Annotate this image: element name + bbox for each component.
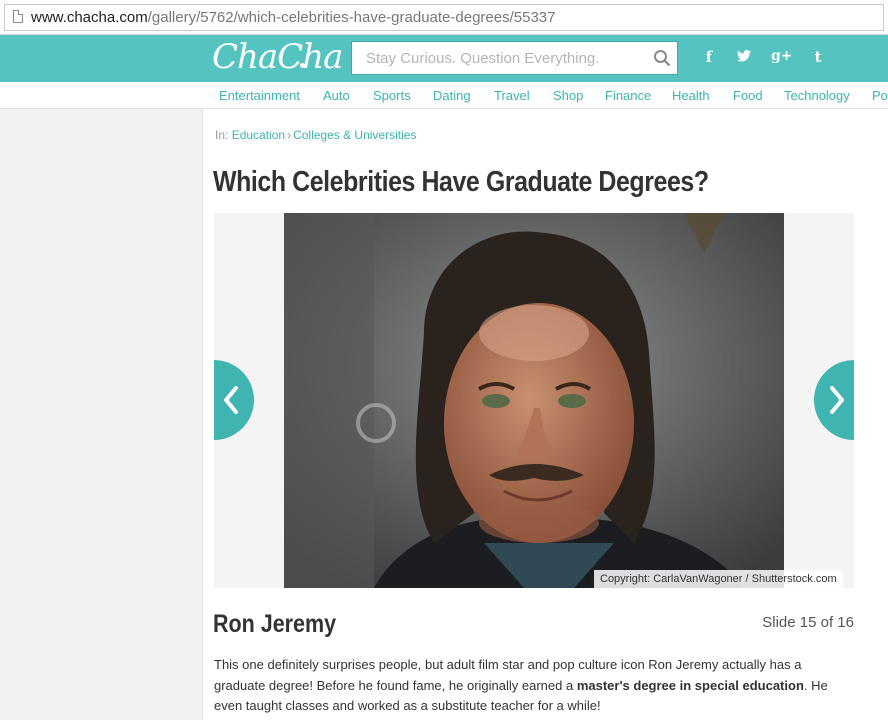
next-slide-button[interactable] bbox=[814, 360, 854, 440]
search-box bbox=[351, 41, 678, 75]
nav-travel[interactable]: Travel bbox=[494, 88, 530, 103]
category-nav: Entertainment Auto Sports Dating Travel … bbox=[0, 82, 888, 109]
url-path: /gallery/5762/which-celebrities-have-gra… bbox=[147, 9, 556, 26]
left-gutter bbox=[0, 109, 203, 720]
slide-counter: Slide 15 of 16 bbox=[762, 614, 854, 631]
nav-technology[interactable]: Technology bbox=[784, 88, 850, 103]
url-domain: www.chacha.com bbox=[31, 9, 148, 26]
page-title: Which Celebrities Have Graduate Degrees? bbox=[213, 166, 709, 198]
google-plus-icon[interactable]: g+ bbox=[771, 48, 793, 64]
browser-address-bar: www.chacha.com/gallery/5762/which-celebr… bbox=[0, 0, 888, 35]
twitter-icon[interactable] bbox=[734, 48, 754, 66]
url-text[interactable]: www.chacha.com/gallery/5762/which-celebr… bbox=[31, 9, 555, 26]
nav-entertainment[interactable]: Entertainment bbox=[219, 88, 300, 103]
search-icon[interactable] bbox=[653, 49, 671, 67]
tumblr-icon[interactable]: t bbox=[808, 48, 828, 66]
previous-slide-button[interactable] bbox=[214, 360, 254, 440]
chevron-left-icon bbox=[224, 386, 238, 414]
page-icon bbox=[13, 10, 23, 23]
slideshow: Copyright: CarlaVanWagoner / Shutterstoc… bbox=[214, 213, 854, 588]
nav-health[interactable]: Health bbox=[672, 88, 710, 103]
url-field[interactable]: www.chacha.com/gallery/5762/which-celebr… bbox=[4, 4, 884, 31]
search-input[interactable] bbox=[352, 42, 642, 74]
slide-heading: Ron Jeremy bbox=[213, 610, 337, 638]
description-emphasis: master's degree in special education bbox=[576, 677, 804, 693]
slide-photo bbox=[284, 213, 784, 588]
breadcrumb-separator: › bbox=[287, 128, 292, 142]
nav-auto[interactable]: Auto bbox=[323, 88, 350, 103]
site-header: ChaCha f g+ t bbox=[0, 35, 888, 82]
nav-dating[interactable]: Dating bbox=[433, 88, 471, 103]
breadcrumb: In: Education › Colleges & Universities bbox=[215, 128, 416, 142]
breadcrumb-prefix: In: bbox=[215, 128, 229, 142]
facebook-icon[interactable]: f bbox=[699, 48, 719, 66]
nav-sports[interactable]: Sports bbox=[373, 88, 411, 103]
chevron-right-icon bbox=[830, 386, 844, 414]
nav-food[interactable]: Food bbox=[733, 88, 763, 103]
chacha-logo[interactable]: ChaCha bbox=[212, 37, 343, 77]
breadcrumb-education[interactable]: Education bbox=[232, 128, 285, 142]
nav-finance[interactable]: Finance bbox=[605, 88, 651, 103]
logo-dot bbox=[300, 63, 305, 68]
breadcrumb-colleges[interactable]: Colleges & Universities bbox=[293, 128, 416, 142]
nav-shop[interactable]: Shop bbox=[553, 88, 583, 103]
slide-description: This one definitely surprises people, bu… bbox=[214, 655, 854, 717]
nav-politics[interactable]: Pol bbox=[872, 88, 888, 103]
image-credit: Copyright: CarlaVanWagoner / Shutterstoc… bbox=[594, 570, 843, 588]
